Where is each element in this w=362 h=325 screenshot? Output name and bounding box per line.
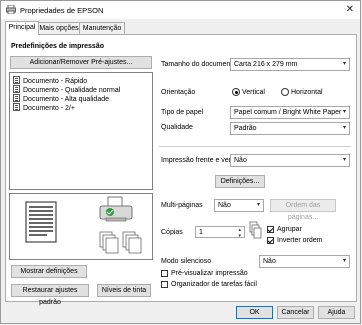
orientation-label: Orientação xyxy=(161,89,196,96)
print-preview-checkbox[interactable] xyxy=(161,270,168,277)
tab-principal[interactable]: Principal xyxy=(5,21,39,35)
quality-value: Padrão xyxy=(234,125,257,132)
chevron-down-icon: ▾ xyxy=(256,202,260,208)
paper-type-select[interactable]: Papel comum / Bright White Paper ▾ xyxy=(230,106,350,119)
add-remove-presets-button[interactable]: Adicionar/Remover Pré-ajustes... xyxy=(10,56,152,69)
preset-label: Documento - Rápido xyxy=(23,78,88,85)
copies-value: 1 xyxy=(199,229,203,236)
orientation-vertical-radio[interactable] xyxy=(232,88,240,96)
collate-pages-icon xyxy=(249,221,262,239)
preset-label: Documento - Alta qualidade xyxy=(23,96,109,103)
job-arranger-label: Organizador de tarefas fácil xyxy=(171,281,257,288)
presets-heading: Predefinições de impressão xyxy=(11,43,104,50)
list-item[interactable]: Documento - Rápido xyxy=(13,76,87,85)
reverse-order-label: Inverter ordem xyxy=(277,237,323,244)
document-icon xyxy=(13,76,20,84)
tab-manutencao[interactable]: Manutenção xyxy=(79,22,125,34)
chevron-down-icon: ▾ xyxy=(342,61,346,67)
copies-stepper[interactable]: 1 ▴ ▾ xyxy=(195,226,245,239)
document-icon xyxy=(13,103,20,111)
multipage-label: Multi-páginas xyxy=(161,202,203,209)
paper-size-label: Tamanho do documento xyxy=(161,61,237,68)
paper-size-value: Carta 216 x 279 mm xyxy=(234,61,298,68)
multipage-value: Não xyxy=(218,202,231,209)
copies-label: Cópias xyxy=(161,229,183,236)
printer-graphic xyxy=(99,196,133,222)
preset-label: Documento - 2/+ xyxy=(23,105,75,112)
window-title: Propriedades de EPSON xyxy=(20,6,104,15)
orientation-horizontal-label: Horizontal xyxy=(291,89,323,96)
list-item[interactable]: Documento - 2/+ xyxy=(13,103,75,112)
quality-label: Qualidade xyxy=(161,124,193,131)
close-icon[interactable]: ✕ xyxy=(346,4,354,15)
presets-list[interactable]: Documento - Rápido Documento - Qualidade… xyxy=(9,72,153,190)
preset-label: Documento - Qualidade normal xyxy=(23,87,121,94)
cancel-button[interactable]: Cancelar xyxy=(277,306,314,319)
duplex-value: Não xyxy=(234,157,247,164)
multipage-select[interactable]: Não ▾ xyxy=(214,199,264,212)
paper-type-value: Papel comum / Bright White Paper xyxy=(234,109,342,116)
orientation-vertical-label: Vertical xyxy=(242,89,265,96)
printer-icon xyxy=(6,5,16,14)
stepper-arrows-icon[interactable]: ▴ ▾ xyxy=(238,227,241,239)
tab-mais-opcoes[interactable]: Mais opções xyxy=(37,22,81,34)
orientation-horizontal-radio[interactable] xyxy=(281,88,289,96)
quiet-mode-value: Não xyxy=(263,258,276,265)
list-item[interactable]: Documento - Qualidade normal xyxy=(13,85,120,94)
print-preview-label: Pré-visualizar impressão xyxy=(171,270,248,277)
quiet-mode-select[interactable]: Não ▾ xyxy=(259,255,350,268)
chevron-down-icon: ▾ xyxy=(342,157,346,163)
help-button[interactable]: Ajuda xyxy=(318,306,355,319)
page-preview-graphic xyxy=(25,196,142,254)
collate-checkbox[interactable] xyxy=(267,226,274,233)
properties-window: Propriedades de EPSON ✕ Principal Mais o… xyxy=(0,0,361,324)
title-bar: Propriedades de EPSON ✕ xyxy=(1,1,360,19)
duplex-select[interactable]: Não ▾ xyxy=(230,154,350,167)
ok-button[interactable]: OK xyxy=(236,306,273,319)
document-icon xyxy=(13,94,20,102)
ink-levels-button[interactable]: Níveis de tinta xyxy=(97,284,151,297)
list-item[interactable]: Documento - Alta qualidade xyxy=(13,94,109,103)
reverse-order-checkbox[interactable] xyxy=(267,237,274,244)
page-order-button[interactable]: Ordem das páginas... xyxy=(270,199,336,221)
restore-defaults-button[interactable]: Restaurar ajustes padrão xyxy=(11,284,89,306)
divider xyxy=(159,146,351,147)
quiet-mode-label: Modo silencioso xyxy=(161,258,212,265)
output-pages-graphic xyxy=(99,231,142,254)
show-settings-button[interactable]: Mostrar definições xyxy=(11,265,87,278)
chevron-down-icon: ▾ xyxy=(342,109,346,115)
collate-label: Agrupar xyxy=(277,226,302,233)
document-page-icon xyxy=(25,201,57,243)
document-icon xyxy=(13,85,20,93)
paper-type-label: Tipo de papel xyxy=(161,109,204,116)
print-preview-area xyxy=(9,193,153,260)
quality-select[interactable]: Padrão ▾ xyxy=(230,122,350,135)
job-arranger-checkbox[interactable] xyxy=(161,281,168,288)
chevron-down-icon: ▾ xyxy=(342,258,346,264)
chevron-down-icon: ▾ xyxy=(342,125,346,131)
definitions-button[interactable]: Definições... xyxy=(215,175,265,188)
paper-size-select[interactable]: Carta 216 x 279 mm ▾ xyxy=(230,58,350,71)
duplex-label: Impressão frente e verso xyxy=(161,157,239,164)
